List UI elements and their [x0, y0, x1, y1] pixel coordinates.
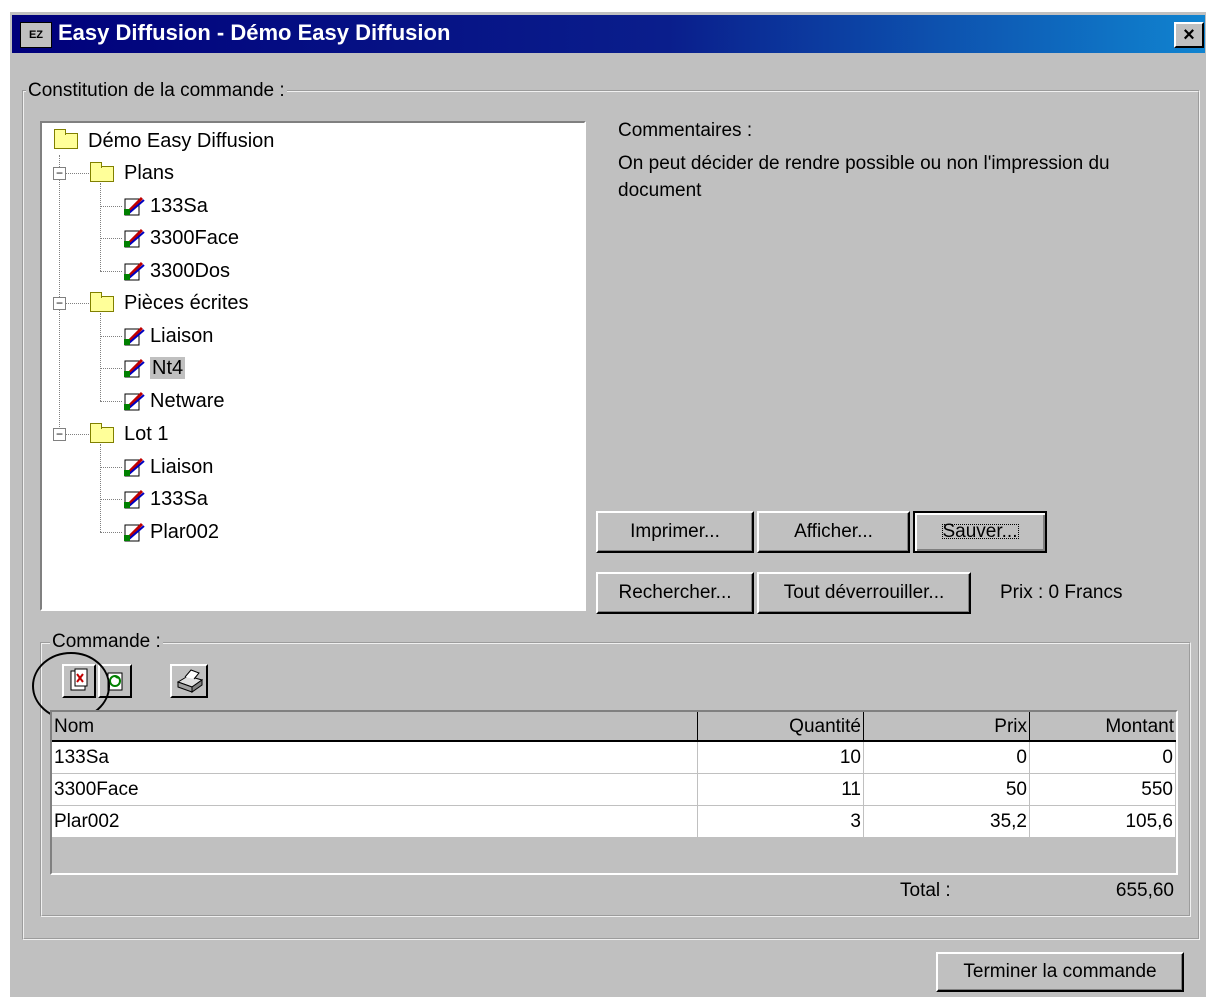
tree-connector — [100, 183, 101, 271]
unlock-all-button[interactable]: Tout déverrouiller... — [757, 572, 971, 614]
table-cell: Plar002 — [52, 806, 698, 838]
table-cell: 0 — [864, 742, 1030, 774]
tree-connector — [100, 313, 101, 401]
print-order-button[interactable] — [170, 664, 208, 698]
tree-item[interactable]: Plar002 — [150, 520, 219, 544]
document-icon — [124, 326, 145, 346]
column-header-prix[interactable]: Prix — [864, 712, 1030, 742]
folder-icon — [54, 129, 78, 149]
tree-connector — [100, 206, 122, 207]
printer-icon — [176, 669, 204, 693]
document-icon — [124, 228, 145, 248]
price-text: Prix : 0 Francs — [1000, 582, 1123, 603]
window-title: Easy Diffusion - Démo Easy Diffusion — [58, 20, 451, 45]
table-cell: 3 — [698, 806, 864, 838]
tree-connector — [100, 444, 101, 532]
tree-item[interactable]: 133Sa — [150, 194, 208, 218]
document-icon — [124, 391, 145, 411]
table-cell: 3300Face — [52, 774, 698, 806]
search-button[interactable]: Rechercher... — [596, 572, 754, 614]
table-cell: 0 — [1030, 742, 1176, 774]
table-cell: 35,2 — [864, 806, 1030, 838]
show-button[interactable]: Afficher... — [757, 511, 910, 553]
table-row[interactable]: Plar002 3 35,2 105,6 — [52, 806, 1176, 838]
folder-icon — [90, 292, 114, 312]
table-cell: 50 — [864, 774, 1030, 806]
table-cell: 105,6 — [1030, 806, 1176, 838]
print-button[interactable]: Imprimer... — [596, 511, 754, 553]
folder-icon — [90, 162, 114, 182]
tree-connector — [100, 499, 122, 500]
close-button[interactable]: × — [1174, 22, 1204, 48]
tree-item[interactable]: Liaison — [150, 455, 213, 479]
collapse-icon[interactable]: − — [53, 297, 66, 310]
total-label: Total : — [900, 880, 951, 901]
tree-connector — [100, 532, 122, 533]
table-cell: 11 — [698, 774, 864, 806]
total-value: 655,60 — [1115, 880, 1174, 901]
collapse-icon[interactable]: − — [53, 167, 66, 180]
tree-connector — [100, 467, 122, 468]
save-button-label[interactable]: Sauver... — [937, 519, 1024, 544]
table-cell: 550 — [1030, 774, 1176, 806]
tree-item[interactable]: 3300Dos — [150, 259, 230, 283]
document-tree[interactable]: Démo Easy Diffusion − Plans 133Sa 3300Fa… — [40, 121, 586, 611]
tree-connector — [100, 271, 122, 272]
tree-connector — [100, 336, 122, 337]
table-row[interactable]: 3300Face 11 50 550 — [52, 774, 1176, 806]
app-icon[interactable]: EZ — [20, 22, 52, 48]
tree-connector — [100, 238, 122, 239]
document-icon — [124, 358, 145, 378]
tree-connector — [100, 401, 122, 402]
table-cell: 10 — [698, 742, 864, 774]
comments-text-line-2: document — [618, 180, 702, 201]
tree-item[interactable]: 133Sa — [150, 487, 208, 511]
folder-icon — [90, 423, 114, 443]
finish-order-button[interactable]: Terminer la commande — [936, 952, 1184, 992]
tree-folder-plans[interactable]: Plans — [124, 161, 174, 185]
tree-item[interactable]: 3300Face — [150, 226, 239, 250]
column-header-quantite[interactable]: Quantité — [698, 712, 864, 742]
column-header-nom[interactable]: Nom — [52, 712, 698, 742]
order-table[interactable]: Nom Quantité Prix Montant 133Sa 10 0 0 3… — [50, 710, 1178, 875]
table-row[interactable]: 133Sa 10 0 0 — [52, 742, 1176, 774]
save-button[interactable]: Sauver... — [913, 511, 1047, 553]
document-icon — [124, 522, 145, 542]
collapse-icon[interactable]: − — [53, 428, 66, 441]
tree-folder-pieces-ecrites[interactable]: Pièces écrites — [124, 291, 249, 315]
document-icon — [124, 457, 145, 477]
tree-item-selected[interactable]: Nt4 — [150, 356, 186, 380]
column-header-montant[interactable]: Montant — [1030, 712, 1176, 742]
tree-item[interactable]: Netware — [150, 389, 224, 413]
tree-item[interactable]: Liaison — [150, 324, 213, 348]
constitution-group-label: Constitution de la commande : — [26, 80, 287, 102]
table-cell: 133Sa — [52, 742, 698, 774]
tree-root[interactable]: Démo Easy Diffusion — [88, 129, 274, 153]
tree-connector — [100, 368, 122, 369]
comments-text-line-1: On peut décider de rendre possible ou no… — [618, 153, 1110, 174]
document-icon — [124, 196, 145, 216]
document-icon — [124, 489, 145, 509]
tree-folder-lot-1[interactable]: Lot 1 — [124, 422, 168, 446]
document-icon — [124, 261, 145, 281]
comments-label: Commentaires : — [618, 120, 753, 141]
selected-label[interactable]: Nt4 — [150, 357, 186, 379]
